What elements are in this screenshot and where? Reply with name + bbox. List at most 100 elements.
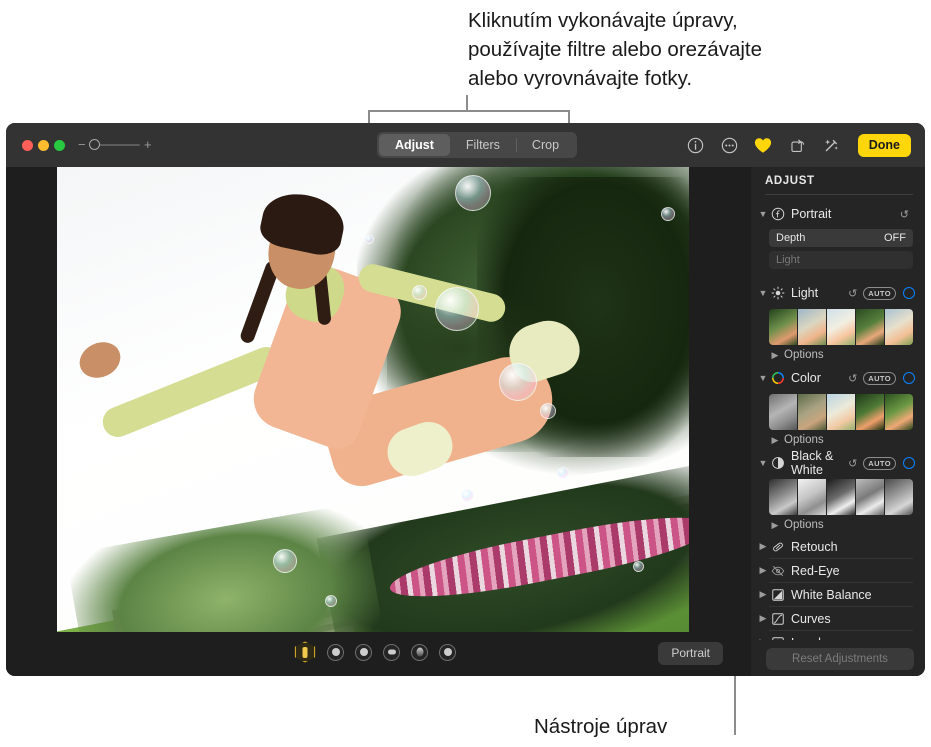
photo-bubble — [273, 549, 297, 573]
light-toggle-ring[interactable] — [903, 287, 915, 299]
color-thumb[interactable] — [885, 394, 913, 430]
chevron-down-icon[interactable]: ▼ — [757, 288, 769, 298]
tab-adjust[interactable]: Adjust — [379, 134, 450, 156]
window-titlebar: − + Adjust Filters Crop — [6, 123, 925, 167]
section-black-and-white[interactable]: ▼ Black & White ↺ AUTO — [751, 450, 925, 476]
callout-top-bracket-top — [368, 110, 570, 112]
sidebar-item-levels[interactable]: ▶ Levels — [751, 631, 925, 640]
lighting-studio-light[interactable] — [327, 644, 344, 661]
bw-thumb[interactable] — [856, 479, 885, 515]
light-thumb[interactable] — [798, 309, 827, 345]
rotate-icon[interactable] — [788, 136, 807, 155]
sidebar-item-white-balance[interactable]: ▶ White Balance — [751, 583, 925, 606]
zoom-in-label[interactable]: + — [144, 138, 152, 152]
portrait-light-label: Light — [776, 254, 800, 266]
bw-options-label: Options — [784, 519, 824, 531]
favorite-heart-icon[interactable] — [754, 136, 773, 155]
section-light[interactable]: ▼ Light ↺ AUTO — [751, 280, 925, 306]
sidebar-item-curves[interactable]: ▶ Curves — [751, 607, 925, 630]
color-thumb[interactable] — [856, 394, 885, 430]
sidebar-item-label: Curves — [791, 612, 915, 626]
light-options-row[interactable]: ▶ Options — [751, 345, 925, 365]
sidebar-item-label: Retouch — [791, 540, 915, 554]
lighting-stage-light-mono[interactable] — [411, 644, 428, 661]
bw-thumb[interactable] — [827, 479, 856, 515]
section-portrait[interactable]: ▼ Portrait ↺ — [751, 201, 925, 227]
zoom-out-label[interactable]: − — [78, 138, 86, 152]
portrait-lighting-bar: Portrait — [6, 632, 751, 676]
close-window-button[interactable] — [22, 140, 33, 151]
edited-photo[interactable] — [57, 167, 689, 632]
bw-auto-badge[interactable]: AUTO — [863, 457, 896, 470]
chevron-down-icon[interactable]: ▼ — [757, 458, 769, 468]
color-options-row[interactable]: ▶ Options — [751, 430, 925, 450]
callout-top-bracket-right — [568, 110, 570, 124]
light-thumb[interactable] — [827, 309, 856, 345]
minimize-window-button[interactable] — [38, 140, 49, 151]
color-thumb[interactable] — [827, 394, 856, 430]
portrait-depth-row[interactable]: Depth OFF — [769, 229, 913, 247]
portrait-light-row[interactable]: Light — [769, 251, 913, 269]
callout-top-stem — [466, 95, 468, 111]
bw-options-row[interactable]: ▶ Options — [751, 515, 925, 535]
chevron-right-icon[interactable]: ▶ — [757, 613, 769, 624]
bw-thumb[interactable] — [885, 479, 913, 515]
light-auto-badge[interactable]: AUTO — [863, 287, 896, 300]
portrait-mode-badge[interactable]: Portrait — [658, 642, 723, 665]
chevron-right-icon[interactable]: ▶ — [757, 589, 769, 600]
section-portrait-label: Portrait — [791, 207, 900, 221]
zoom-slider[interactable]: − + — [78, 137, 153, 153]
white-balance-icon — [769, 586, 786, 603]
reset-portrait-icon[interactable]: ↺ — [900, 208, 909, 221]
chevron-right-icon[interactable]: ▶ — [757, 541, 769, 552]
section-bw-label: Black & White — [791, 449, 848, 477]
color-thumb[interactable] — [798, 394, 827, 430]
sidebar-item-red-eye[interactable]: ▶ Red-Eye — [751, 559, 925, 582]
chevron-right-icon[interactable]: ▶ — [769, 350, 781, 361]
photos-editor-window: − + Adjust Filters Crop — [6, 123, 925, 676]
tab-crop[interactable]: Crop — [516, 134, 575, 156]
bw-toggle-ring[interactable] — [903, 457, 915, 469]
callout-top-text: Kliknutím vykonávajte úpravy, používajte… — [468, 6, 928, 93]
color-toggle-ring[interactable] — [903, 372, 915, 384]
lighting-stage-light[interactable] — [383, 644, 400, 661]
reset-color-icon[interactable]: ↺ — [848, 372, 857, 385]
contrast-circle-icon — [769, 455, 786, 472]
reset-bw-icon[interactable]: ↺ — [848, 457, 857, 470]
color-auto-badge[interactable]: AUTO — [863, 372, 896, 385]
chevron-right-icon[interactable]: ▶ — [769, 520, 781, 531]
chevron-right-icon[interactable]: ▶ — [757, 565, 769, 576]
lighting-natural-light[interactable] — [294, 641, 316, 663]
bw-thumb[interactable] — [798, 479, 827, 515]
section-color[interactable]: ▼ Color ↺ AUTO — [751, 365, 925, 391]
info-icon[interactable] — [686, 136, 705, 155]
tab-filters[interactable]: Filters — [450, 134, 516, 156]
maximize-window-button[interactable] — [54, 140, 65, 151]
photo-bubble — [557, 467, 569, 479]
color-thumbnail-strip[interactable] — [769, 394, 913, 430]
reset-adjustments-button[interactable]: Reset Adjustments — [766, 648, 914, 670]
reset-light-icon[interactable]: ↺ — [848, 287, 857, 300]
auto-enhance-icon[interactable] — [822, 136, 841, 155]
color-wheel-icon — [769, 370, 786, 387]
bw-thumbnail-strip[interactable] — [769, 479, 913, 515]
zoom-slider-knob[interactable] — [89, 139, 100, 150]
photo-bubble — [412, 285, 427, 300]
chevron-down-icon[interactable]: ▼ — [757, 373, 769, 383]
adjust-sidebar-scroll[interactable]: ADJUST ▼ Portrait ↺ Depth OFF Light — [751, 167, 925, 640]
bw-thumb[interactable] — [769, 479, 798, 515]
color-thumb[interactable] — [769, 394, 798, 430]
lighting-effect-selector — [294, 641, 456, 663]
chevron-right-icon[interactable]: ▶ — [769, 435, 781, 446]
done-button[interactable]: Done — [858, 134, 911, 157]
light-thumbnail-strip[interactable] — [769, 309, 913, 345]
lighting-high-key-light-mono[interactable] — [439, 644, 456, 661]
light-thumb[interactable] — [885, 309, 913, 345]
light-thumb[interactable] — [856, 309, 885, 345]
sidebar-scroll-mask — [751, 640, 925, 648]
more-options-icon[interactable] — [720, 136, 739, 155]
lighting-contour-light[interactable] — [355, 644, 372, 661]
chevron-down-icon[interactable]: ▼ — [757, 209, 769, 219]
sidebar-item-retouch[interactable]: ▶ Retouch — [751, 535, 925, 558]
light-thumb[interactable] — [769, 309, 798, 345]
